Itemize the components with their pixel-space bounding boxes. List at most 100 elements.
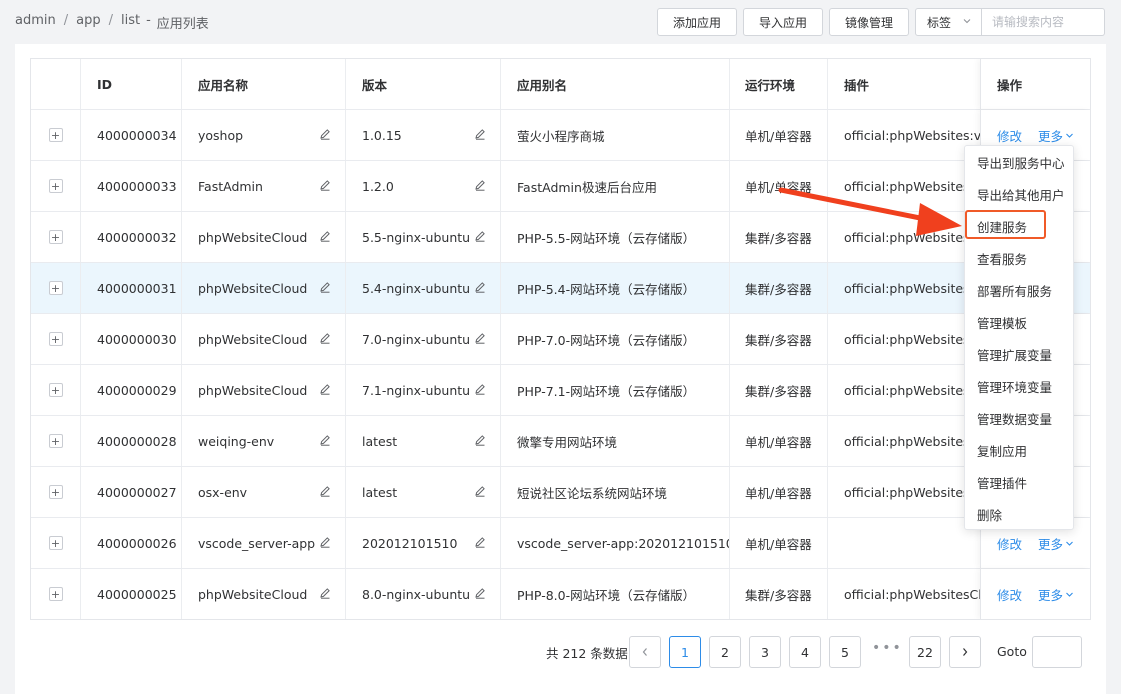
dropdown-item[interactable]: 管理插件 xyxy=(965,467,1073,497)
expand-cell: + xyxy=(31,569,81,619)
pagination-prev-button[interactable] xyxy=(629,636,661,668)
pagination-page-1[interactable]: 1 xyxy=(669,636,701,668)
cell-version: 7.0-nginx-ubuntu xyxy=(346,314,501,364)
header-alias: 应用别名 xyxy=(501,59,730,109)
import-app-button[interactable]: 导入应用 xyxy=(743,8,823,36)
edit-version-icon[interactable] xyxy=(474,332,486,344)
cell-plugin: official:phpWebsitesC xyxy=(844,229,979,245)
app-name-text: phpWebsiteCloud xyxy=(198,331,308,347)
cell-version: 1.0.15 xyxy=(346,110,501,160)
search-input[interactable] xyxy=(982,8,1105,36)
edit-version-icon[interactable] xyxy=(474,434,486,446)
expand-row-button[interactable]: + xyxy=(48,485,63,499)
edit-name-icon[interactable] xyxy=(319,179,331,191)
edit-name-icon[interactable] xyxy=(319,434,331,446)
breadcrumb-item-admin[interactable]: admin xyxy=(15,13,56,32)
edit-version-icon[interactable] xyxy=(474,485,486,497)
expand-row-button[interactable]: + xyxy=(48,536,63,550)
cell-alias: 微擎专用网站环境 xyxy=(501,416,730,466)
cell-env: 单机/单容器 xyxy=(730,467,828,517)
dropdown-item[interactable]: 管理环境变量 xyxy=(965,371,1073,401)
cell-app-name: phpWebsiteCloud xyxy=(182,263,346,313)
dropdown-item[interactable]: 管理模板 xyxy=(965,307,1073,337)
breadcrumb: admin / app / list - 应用列表 xyxy=(15,13,209,32)
cell-env: 单机/单容器 xyxy=(730,161,828,211)
expand-cell: + xyxy=(31,161,81,211)
more-link[interactable]: 更多 xyxy=(1038,534,1074,553)
goto-input[interactable] xyxy=(1032,636,1082,668)
dropdown-item[interactable]: 删除 xyxy=(965,499,1073,529)
pagination-page-5[interactable]: 5 xyxy=(829,636,861,668)
cell-plugin xyxy=(828,518,980,568)
edit-version-icon[interactable] xyxy=(474,281,486,293)
expand-cell: + xyxy=(31,314,81,364)
expand-row-button[interactable]: + xyxy=(48,179,63,193)
header-env: 运行环境 xyxy=(730,59,828,109)
pagination-next-button[interactable] xyxy=(949,636,981,668)
cell-app-name: yoshop xyxy=(182,110,346,160)
app-table: ID 应用名称 版本 应用别名 运行环境 插件 操作 +4000000034 yo… xyxy=(30,58,1091,620)
edit-version-icon[interactable] xyxy=(474,230,486,242)
edit-name-icon[interactable] xyxy=(319,128,331,140)
edit-version-icon[interactable] xyxy=(474,383,486,395)
dropdown-item[interactable]: 查看服务 xyxy=(965,243,1073,273)
cell-version: 1.2.0 xyxy=(346,161,501,211)
edit-name-icon[interactable] xyxy=(319,485,331,497)
dropdown-item[interactable]: 管理数据变量 xyxy=(965,403,1073,433)
app-name-text: phpWebsiteCloud xyxy=(198,586,308,602)
dropdown-item[interactable]: 导出给其他用户 xyxy=(965,179,1073,209)
edit-version-icon[interactable] xyxy=(474,128,486,140)
edit-link[interactable]: 修改 xyxy=(997,585,1022,604)
edit-name-icon[interactable] xyxy=(319,332,331,344)
cell-env: 集群/多容器 xyxy=(730,365,828,415)
pagination-page-2[interactable]: 2 xyxy=(709,636,741,668)
add-app-button[interactable]: 添加应用 xyxy=(657,8,737,36)
more-link[interactable]: 更多 xyxy=(1038,585,1074,604)
version-text: latest xyxy=(362,433,398,449)
dropdown-item[interactable]: 部署所有服务 xyxy=(965,275,1073,305)
image-manage-button[interactable]: 镜像管理 xyxy=(829,8,909,36)
more-link[interactable]: 更多 xyxy=(1038,126,1074,145)
edit-name-icon[interactable] xyxy=(319,281,331,293)
pagination-page-4[interactable]: 4 xyxy=(789,636,821,668)
breadcrumb-item-app[interactable]: app xyxy=(76,13,100,32)
edit-name-icon[interactable] xyxy=(319,587,331,599)
expand-row-button[interactable]: + xyxy=(48,230,63,244)
edit-version-icon[interactable] xyxy=(474,587,486,599)
pagination-page-3[interactable]: 3 xyxy=(749,636,781,668)
version-text: 5.4-nginx-ubuntu xyxy=(362,280,471,296)
edit-name-icon[interactable] xyxy=(319,383,331,395)
expand-row-button[interactable]: + xyxy=(48,383,63,397)
cell-app-name: osx-env xyxy=(182,467,346,517)
header-expand xyxy=(31,59,81,109)
dropdown-item[interactable]: 管理扩展变量 xyxy=(965,339,1073,369)
cell-env: 集群/多容器 xyxy=(730,212,828,262)
dropdown-item[interactable]: 导出到服务中心 xyxy=(965,147,1073,177)
cell-version: 202012101510 xyxy=(346,518,501,568)
cell-id: 4000000026 xyxy=(81,518,182,568)
edit-name-icon[interactable] xyxy=(319,536,331,548)
pagination-page-last[interactable]: 22 xyxy=(909,636,941,668)
edit-link[interactable]: 修改 xyxy=(997,126,1022,145)
edit-version-icon[interactable] xyxy=(474,179,486,191)
cell-id: 4000000033 xyxy=(81,161,182,211)
chevron-right-icon xyxy=(963,648,968,656)
expand-row-button[interactable]: + xyxy=(48,587,63,601)
cell-app-name: phpWebsiteCloud xyxy=(182,212,346,262)
dropdown-item[interactable]: 复制应用 xyxy=(965,435,1073,465)
edit-link[interactable]: 修改 xyxy=(997,534,1022,553)
expand-row-button[interactable]: + xyxy=(48,434,63,448)
main-panel: ID 应用名称 版本 应用别名 运行环境 插件 操作 +4000000034 yo… xyxy=(15,44,1106,694)
edit-version-icon[interactable] xyxy=(474,536,486,548)
expand-row-button[interactable]: + xyxy=(48,128,63,142)
cell-id: 4000000031 xyxy=(81,263,182,313)
edit-name-icon[interactable] xyxy=(319,230,331,242)
cell-env: 单机/单容器 xyxy=(730,518,828,568)
cell-version: latest xyxy=(346,467,501,517)
expand-row-button[interactable]: + xyxy=(48,281,63,295)
pagination-ellipsis[interactable]: ••• xyxy=(872,640,903,656)
expand-cell: + xyxy=(31,365,81,415)
expand-row-button[interactable]: + xyxy=(48,332,63,346)
tag-select[interactable]: 标签 xyxy=(915,8,982,36)
breadcrumb-item-list[interactable]: list xyxy=(121,13,140,32)
